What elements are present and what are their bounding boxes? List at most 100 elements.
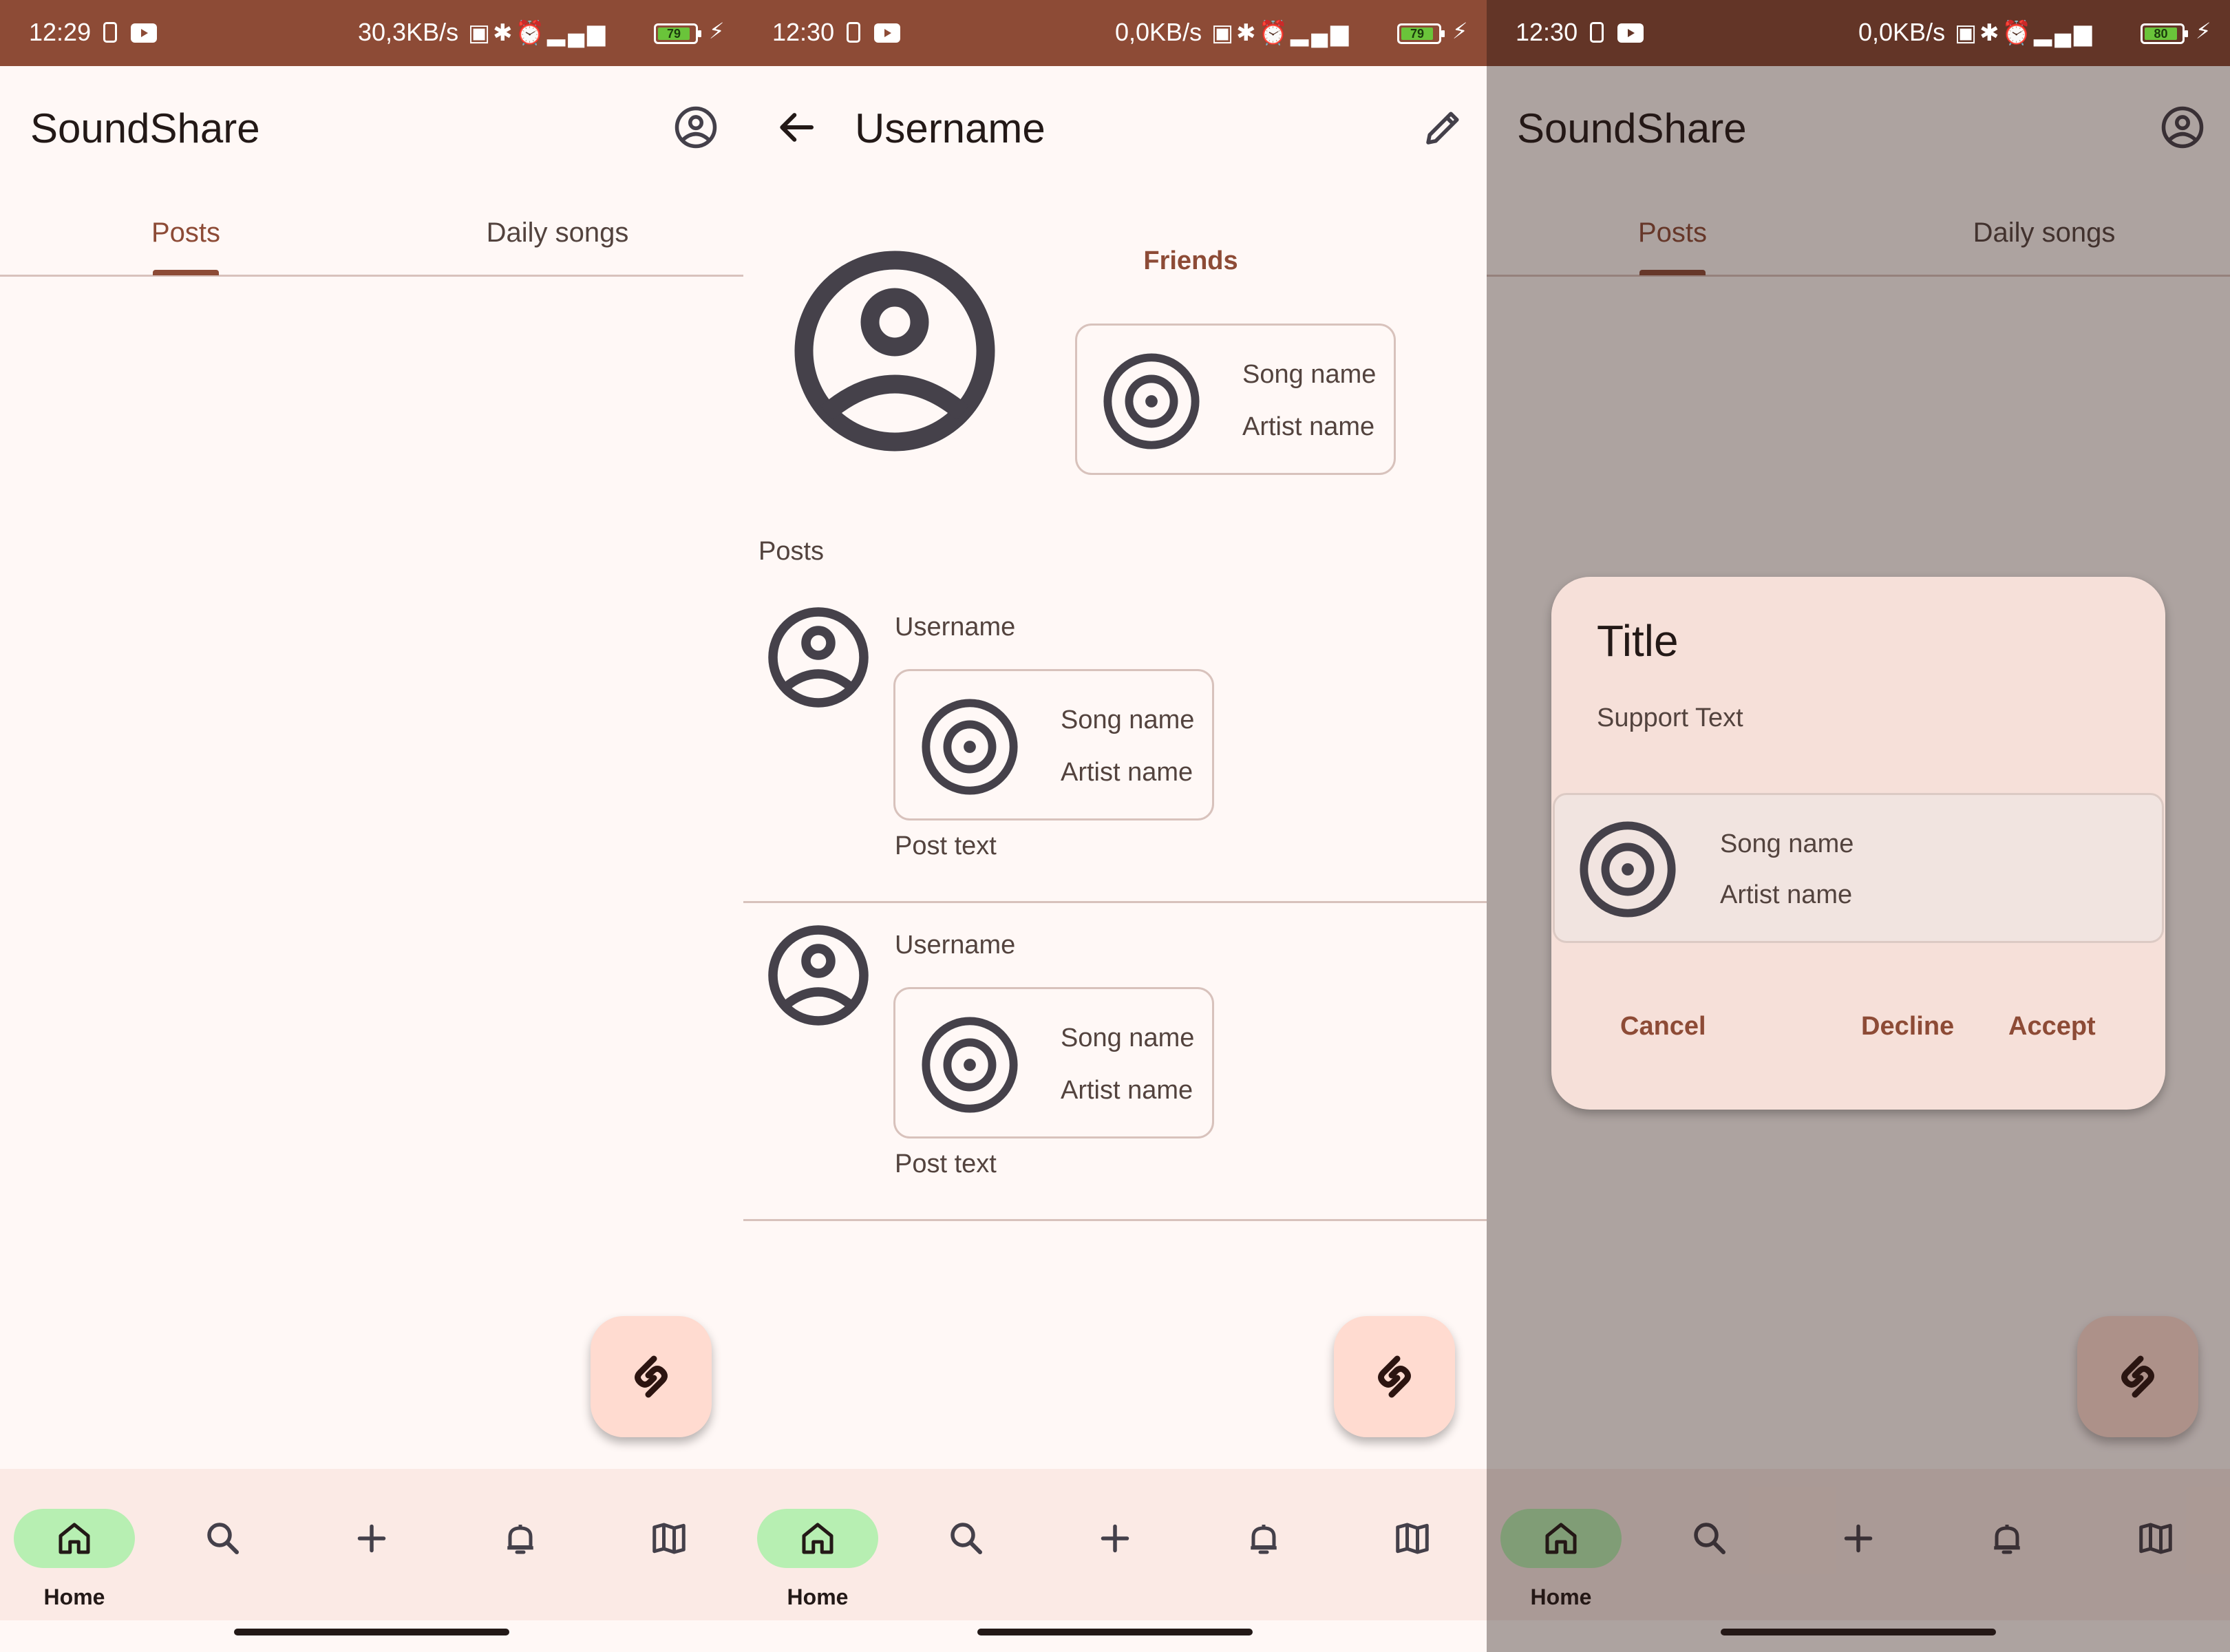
nav-home[interactable]: Home (757, 1488, 878, 1612)
song-name: Song name (1061, 1024, 1195, 1052)
nav-add[interactable] (311, 1488, 432, 1612)
battery-icon: 79 (654, 23, 701, 44)
screen-profile: 12:30 0,0KB/s ▣✱⏰▂▄▆ 79 ⚡ Username Frien… (743, 0, 1487, 1652)
nav-home[interactable]: Home (14, 1488, 135, 1612)
disc-icon (919, 1014, 1021, 1116)
nav-map[interactable] (608, 1488, 730, 1612)
bell-icon (1243, 1518, 1284, 1559)
sim-icon (103, 22, 117, 43)
bottom-navigation: Home (0, 1469, 743, 1620)
arrow-back-icon[interactable] (774, 105, 819, 150)
post-item[interactable]: Username Song name Artist name Post text (743, 903, 1487, 1221)
gesture-handle[interactable] (977, 1629, 1253, 1635)
friends-label[interactable]: Friends (1074, 246, 1308, 276)
tab-posts[interactable]: Posts (0, 218, 372, 248)
gesture-handle[interactable] (234, 1629, 509, 1635)
user-avatar-icon (767, 924, 870, 1027)
top-app-bar: SoundShare (0, 66, 743, 191)
profile-avatar-icon (792, 248, 998, 454)
charging-icon: ⚡ (709, 19, 725, 43)
search-icon (946, 1518, 987, 1559)
search-icon (202, 1518, 244, 1559)
nav-notifications[interactable] (460, 1488, 581, 1612)
artist-name: Artist name (1061, 1076, 1193, 1105)
song-dialog: Title Support Text Song name Artist name… (1551, 577, 2165, 1110)
nav-notifications[interactable] (1203, 1488, 1324, 1612)
post-username: Username (895, 931, 1016, 960)
map-icon (1392, 1518, 1433, 1559)
tab-bar: Posts Daily songs (0, 191, 743, 277)
shazam-fab[interactable] (1334, 1316, 1455, 1437)
song-name: Song name (1720, 829, 1854, 858)
dialog-title: Title (1597, 616, 1679, 666)
posts-section-label: Posts (758, 537, 825, 566)
add-icon (351, 1518, 392, 1559)
dialog-support-text: Support Text (1597, 703, 1743, 732)
status-bar: 12:30 0,0KB/s ▣✱⏰▂▄▆ 79 ⚡ (743, 0, 1487, 66)
home-icon (54, 1518, 95, 1559)
map-icon (648, 1518, 690, 1559)
nav-search[interactable] (906, 1488, 1027, 1612)
status-bar: 12:29 30,3KB/s ▣✱⏰▂▄▆ 79 ⚡ (0, 0, 743, 66)
artist-name: Artist name (1720, 880, 1853, 909)
user-avatar-icon (767, 606, 870, 709)
status-time: 12:29 (29, 18, 92, 46)
status-time: 12:30 (1516, 18, 1578, 46)
post-text: Post text (895, 1150, 997, 1178)
charging-icon: ⚡ (2196, 19, 2211, 43)
bottom-navigation: Home (743, 1469, 1487, 1620)
network-speed: 0,0KB/s (1858, 18, 1946, 46)
song-name: Song name (1061, 706, 1195, 734)
page-title: Username (855, 105, 1045, 151)
top-app-bar: Username (743, 66, 1487, 191)
status-icons: ▣✱⏰▂▄▆ (1211, 20, 1352, 46)
sim-icon (1590, 22, 1604, 43)
accept-button[interactable]: Accept (2008, 1012, 2096, 1041)
gesture-area (0, 1620, 743, 1652)
app-title: SoundShare (30, 105, 260, 151)
bell-icon (500, 1518, 541, 1559)
add-icon (1094, 1518, 1136, 1559)
account-circle-icon[interactable] (673, 105, 719, 150)
shazam-icon (1367, 1349, 1422, 1404)
nav-search[interactable] (162, 1488, 284, 1612)
post-song-card[interactable]: Song name Artist name (893, 987, 1214, 1139)
disc-icon (919, 696, 1021, 798)
post-text: Post text (895, 832, 997, 860)
post-username: Username (895, 613, 1016, 642)
tab-indicator (153, 270, 219, 275)
tab-daily-songs[interactable]: Daily songs (372, 218, 743, 248)
dialog-song-item[interactable]: Song name Artist name (1553, 793, 2164, 943)
disc-icon (1101, 350, 1202, 452)
disc-icon (1577, 818, 1679, 920)
song-name: Song name (1242, 360, 1377, 389)
post-item[interactable]: Username Song name Artist name Post text (743, 585, 1487, 903)
screen-home-dialog: 12:30 0,0KB/s ▣✱⏰▂▄▆ 80 ⚡ SoundShare Pos… (1487, 0, 2230, 1652)
network-speed: 30,3KB/s (358, 18, 459, 46)
nav-add[interactable] (1054, 1488, 1176, 1612)
edit-icon[interactable] (1421, 105, 1466, 150)
charging-icon: ⚡ (1452, 19, 1468, 43)
shazam-fab[interactable] (591, 1316, 712, 1437)
artist-name: Artist name (1061, 758, 1193, 787)
cancel-button[interactable]: Cancel (1620, 1012, 1706, 1041)
youtube-icon (131, 23, 157, 43)
post-song-card[interactable]: Song name Artist name (893, 669, 1214, 820)
artist-name: Artist name (1242, 412, 1375, 441)
status-time: 12:30 (772, 18, 835, 46)
nav-home-label: Home (43, 1585, 105, 1609)
sim-icon (847, 22, 860, 43)
nav-map[interactable] (1352, 1488, 1473, 1612)
network-speed: 0,0KB/s (1115, 18, 1202, 46)
shazam-icon (624, 1349, 679, 1404)
status-bar: 12:30 0,0KB/s ▣✱⏰▂▄▆ 80 ⚡ (1487, 0, 2230, 66)
decline-button[interactable]: Decline (1861, 1012, 1954, 1041)
status-icons: ▣✱⏰▂▄▆ (1955, 20, 2095, 46)
friend-song-card[interactable]: Song name Artist name (1075, 324, 1396, 475)
gesture-area (743, 1620, 1487, 1652)
battery-icon: 79 (1397, 23, 1445, 44)
battery-icon: 80 (2141, 23, 2188, 44)
nav-home-label: Home (787, 1585, 849, 1609)
youtube-icon (874, 23, 900, 43)
status-icons: ▣✱⏰▂▄▆ (468, 20, 608, 46)
